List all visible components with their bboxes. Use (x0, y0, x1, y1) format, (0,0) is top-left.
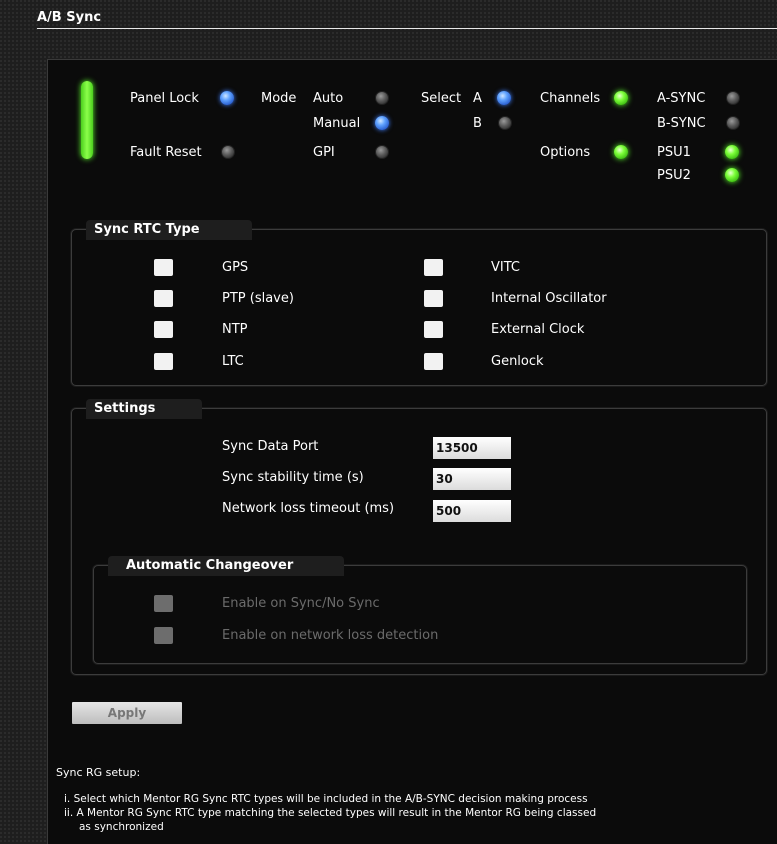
sync-data-port-label: Sync Data Port (222, 439, 319, 454)
panel-lock-led[interactable] (220, 91, 234, 105)
internal-oscillator-checkbox[interactable] (424, 290, 443, 307)
auto-changeover-group (93, 565, 747, 664)
options-led (614, 145, 628, 159)
ptp-checkbox[interactable] (154, 290, 173, 307)
psu2-label: PSU2 (657, 168, 691, 183)
sync-rtc-type-group (71, 229, 767, 386)
external-clock-checkbox[interactable] (424, 321, 443, 338)
fault-reset-label: Fault Reset (130, 145, 202, 160)
auto-changeover-legend: Automatic Changeover (108, 556, 344, 576)
select-label: Select (421, 91, 462, 106)
gps-label: GPS (222, 260, 249, 275)
channels-label: Channels (540, 91, 601, 106)
mode-auto-label: Auto (313, 91, 344, 106)
genlock-checkbox[interactable] (424, 353, 443, 370)
a-sync-led (726, 91, 740, 105)
fault-reset-led[interactable] (221, 145, 235, 159)
power-indicator (81, 81, 93, 159)
mode-manual-label: Manual (313, 116, 361, 131)
ptp-label: PTP (slave) (222, 291, 294, 306)
apply-button[interactable]: Apply (72, 702, 182, 724)
panel-lock-label: Panel Lock (130, 91, 199, 106)
internal-oscillator-label: Internal Oscillator (491, 291, 607, 306)
enable-sync-checkbox[interactable] (154, 595, 173, 612)
mode-label: Mode (261, 91, 297, 106)
ltc-label: LTC (222, 354, 244, 369)
title-divider (37, 28, 777, 29)
psu2-led (725, 168, 739, 182)
vitc-label: VITC (491, 260, 520, 275)
mode-gpi-label: GPI (313, 145, 335, 160)
mode-gpi-led[interactable] (375, 145, 389, 159)
gps-checkbox[interactable] (154, 259, 173, 276)
sync-stability-label: Sync stability time (s) (222, 470, 364, 485)
mode-manual-led[interactable] (375, 116, 389, 130)
enable-network-checkbox[interactable] (154, 627, 173, 644)
settings-legend: Settings (86, 399, 202, 419)
genlock-label: Genlock (491, 354, 544, 369)
options-label: Options (540, 145, 591, 160)
notes-line-3: as synchronized (79, 821, 164, 833)
external-clock-label: External Clock (491, 322, 585, 337)
channels-led (614, 91, 628, 105)
vitc-checkbox[interactable] (424, 259, 443, 276)
select-b-led[interactable] (498, 116, 512, 130)
psu1-led (725, 145, 739, 159)
notes-line-2: ii. A Mentor RG Sync RTC type matching t… (64, 807, 597, 819)
ltc-checkbox[interactable] (154, 353, 173, 370)
notes-heading: Sync RG setup: (56, 766, 141, 779)
select-a-label: A (473, 91, 482, 106)
network-loss-input[interactable] (433, 500, 511, 522)
a-sync-label: A-SYNC (657, 91, 706, 106)
enable-network-label: Enable on network loss detection (222, 628, 439, 643)
ntp-checkbox[interactable] (154, 321, 173, 338)
mode-auto-led[interactable] (375, 91, 389, 105)
b-sync-label: B-SYNC (657, 116, 706, 131)
sync-stability-input[interactable] (433, 468, 511, 490)
notes-line-1: i. Select which Mentor RG Sync RTC types… (64, 793, 588, 805)
b-sync-led (726, 116, 740, 130)
network-loss-label: Network loss timeout (ms) (222, 501, 395, 516)
select-a-led[interactable] (497, 91, 511, 105)
page-title: A/B Sync (37, 10, 102, 25)
sync-data-port-input[interactable] (433, 437, 511, 459)
enable-sync-label: Enable on Sync/No Sync (222, 596, 380, 611)
select-b-label: B (473, 116, 482, 131)
ntp-label: NTP (222, 322, 248, 337)
sync-rtc-type-legend: Sync RTC Type (86, 220, 252, 240)
psu1-label: PSU1 (657, 145, 691, 160)
